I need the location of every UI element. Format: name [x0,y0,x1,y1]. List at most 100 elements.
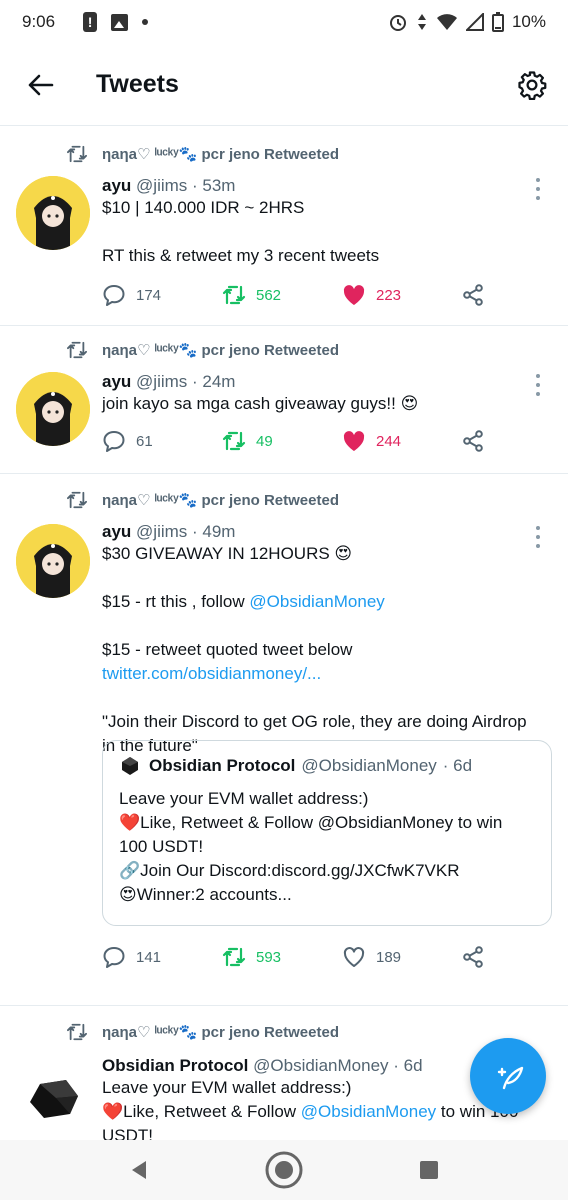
tweet-text-segment: $15 - rt this , follow [102,592,250,611]
tweet-text-line: $15 - rt this , follow @ObsidianMoney [102,590,544,614]
like-button[interactable]: 244 [342,430,462,452]
tweet-text-line: $30 GIVEAWAY IN 12HOURS 😍 [102,544,353,563]
settings-button[interactable] [512,65,552,105]
tweet-actions: 141 593 189 [102,946,568,968]
more-notifications-icon [142,19,149,25]
share-icon [463,430,483,452]
quoted-tweet[interactable]: Obsidian Protocol @ObsidianMoney · 6d Le… [102,740,552,926]
page-title: Tweets [96,70,179,98]
retweet-count: 49 [256,432,273,450]
url-link[interactable]: twitter.com/obsidianmoney/... [102,662,544,686]
alarm-icon [389,15,406,31]
tweet-item[interactable]: ηaηa♡ ˡᵘᶜᵏʸ🐾 pcr jeno Retweeted ayu @jii… [0,130,568,326]
reply-count: 174 [136,286,162,304]
share-icon [463,284,483,306]
author-name[interactable]: ayu [102,522,131,541]
alert-icon: ! [83,12,98,32]
signal-icon [465,13,484,31]
tweet-text: $10 | 140.000 IDR ~ 2HRS RT this & retwe… [102,196,544,268]
quoted-text-line: Leave your EVM wallet address:) [119,789,369,808]
like-button[interactable]: 189 [342,946,462,968]
battery-percentage: 10% [511,12,546,31]
tweet-time: · 24m [192,372,236,391]
avatar[interactable] [16,372,90,446]
status-time: 9:06 [22,12,56,31]
nav-back-icon[interactable] [127,1158,151,1182]
author-handle: @ObsidianMoney [253,1056,389,1075]
retweeted-by-text: ηaηa♡ ˡᵘᶜᵏʸ🐾 pcr jeno Retweeted [102,1024,339,1041]
like-count: 223 [376,286,402,304]
reply-count: 141 [136,948,162,966]
author-name[interactable]: ayu [102,372,131,391]
retweet-button[interactable]: 593 [222,946,342,968]
like-outline-icon [343,947,365,967]
retweeted-by-text: ηaηa♡ ˡᵘᶜᵏʸ🐾 pcr jeno Retweeted [102,492,339,509]
retweet-icon [67,491,87,509]
avatar-image [16,372,90,446]
quoted-author-name: Obsidian Protocol [149,756,296,775]
like-icon [343,431,365,451]
retweet-context[interactable]: ηaηa♡ ˡᵘᶜᵏʸ🐾 pcr jeno Retweeted [66,144,339,164]
back-button[interactable] [20,65,60,105]
author-handle: @jiims [136,522,188,541]
retweet-context[interactable]: ηaηa♡ ˡᵘᶜᵏʸ🐾 pcr jeno Retweeted [66,490,339,510]
retweet-context[interactable]: ηaηa♡ ˡᵘᶜᵏʸ🐾 pcr jeno Retweeted [66,1022,339,1042]
tweet-text: join kayo sa mga cash giveaway guys!! 😍 [102,392,544,416]
quoted-tweet-time: · 6d [442,756,473,775]
share-button[interactable] [462,946,568,968]
mention-link[interactable]: @ObsidianMoney [249,592,384,611]
back-arrow-icon [28,74,54,95]
tweet-time: · 6d [393,1056,423,1075]
tweet-text-segment: ❤️Like, Retweet & Follow [102,1102,301,1121]
tweet-text-line: $15 - retweet quoted tweet below [102,640,353,659]
tweet-actions: 174 562 223 [102,284,568,306]
retweet-icon [67,341,87,359]
settings-gear-icon [518,70,547,100]
avatar-image [16,176,90,250]
reply-button[interactable]: 61 [102,430,222,452]
retweet-icon [67,145,87,163]
retweet-icon [67,1023,87,1041]
retweet-icon [222,947,246,967]
like-button[interactable]: 223 [342,284,462,306]
reply-count: 61 [136,432,153,450]
share-button[interactable] [462,430,568,452]
avatar[interactable] [16,524,90,598]
reply-button[interactable]: 174 [102,284,222,306]
tweet-time: · 49m [192,522,236,541]
retweet-count: 562 [256,286,282,304]
more-button[interactable] [532,178,544,200]
compose-icon [497,1066,524,1090]
reply-icon [103,947,125,968]
tweet-item[interactable]: ηaηa♡ ˡᵘᶜᵏʸ🐾 pcr jeno Retweeted ayu @jii… [0,474,568,1006]
nav-home-icon[interactable] [264,1150,304,1190]
more-button[interactable] [532,374,544,396]
tweet-actions: 61 49 244 [102,430,568,452]
tweet-text-line: join kayo sa mga cash giveaway guys!! 😍 [102,394,419,413]
wifi-icon [436,14,457,30]
tweet-text: $30 GIVEAWAY IN 12HOURS 😍 $15 - rt this … [102,542,544,758]
tweet-item[interactable]: ηaηa♡ ˡᵘᶜᵏʸ🐾 pcr jeno Retweeted ayu @jii… [0,326,568,474]
battery-icon [491,12,504,32]
avatar[interactable] [16,176,90,250]
nav-recents-icon[interactable] [417,1158,441,1182]
author-name[interactable]: Obsidian Protocol [102,1056,248,1075]
retweet-context[interactable]: ηaηa♡ ˡᵘᶜᵏʸ🐾 pcr jeno Retweeted [66,340,339,360]
retweet-button[interactable]: 49 [222,430,342,452]
avatar[interactable] [16,1058,90,1132]
more-button[interactable] [532,526,544,548]
retweet-button[interactable]: 562 [222,284,342,306]
like-count: 244 [376,432,402,450]
share-button[interactable] [462,284,568,306]
author-handle: @jiims [136,176,188,195]
author-name[interactable]: ayu [102,176,131,195]
mention-link[interactable]: @ObsidianMoney [301,1102,436,1121]
tweet-time: · 53m [192,176,236,195]
tweet-feed: ηaηa♡ ˡᵘᶜᵏʸ🐾 pcr jeno Retweeted ayu @jii… [0,130,568,1200]
compose-tweet-button[interactable] [470,1038,546,1114]
reply-button[interactable]: 141 [102,946,222,968]
quoted-text-line: ❤️Like, Retweet & Follow @ObsidianMoney … [119,813,503,856]
obsidian-avatar-image [16,1058,90,1132]
tweet-text-line: $10 | 140.000 IDR ~ 2HRS [102,198,305,217]
data-transfer-icon [417,14,426,30]
